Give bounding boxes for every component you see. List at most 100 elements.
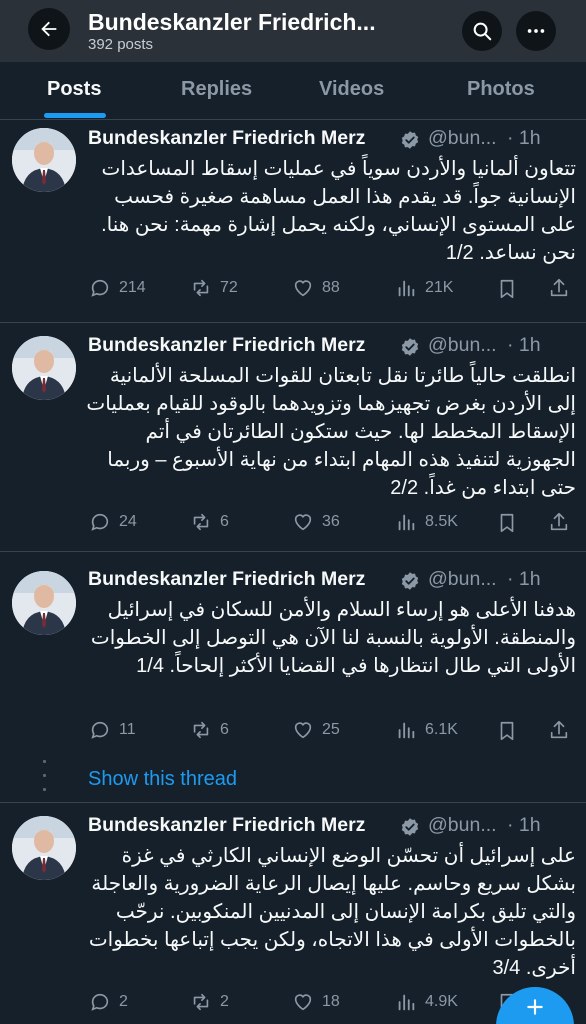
search-icon — [473, 22, 492, 41]
post-time: · 1h — [507, 568, 541, 590]
author-handle: @bun... — [428, 334, 497, 356]
view-count: 4.9K — [425, 993, 458, 1010]
view-count: 21K — [425, 279, 454, 296]
avatar[interactable] — [12, 816, 76, 880]
reply-icon — [91, 721, 109, 739]
tab-replies[interactable]: Replies — [181, 78, 252, 101]
views-button[interactable]: 8.5K — [395, 511, 458, 533]
like-count: 36 — [322, 513, 340, 530]
post-time: · 1h — [507, 127, 541, 149]
like-count: 88 — [322, 279, 340, 296]
share-icon[interactable] — [548, 719, 570, 741]
analytics-icon — [398, 994, 415, 1011]
reply-icon — [91, 513, 109, 531]
post-text: انطلقت حالياً طائرتا نقل تابعتان للقوات … — [86, 365, 576, 499]
repost-count: 72 — [220, 279, 238, 296]
tab-posts[interactable]: Posts — [47, 78, 101, 101]
post-text: تتعاون ألمانيا والأردن سوياً في عمليات إ… — [101, 158, 576, 264]
post-time: · 1h — [507, 334, 541, 356]
verified-badge-icon — [401, 131, 419, 149]
author-handle: @bun... — [428, 568, 497, 590]
bookmark-icon[interactable] — [496, 720, 518, 742]
tab-photos[interactable]: Photos — [467, 78, 535, 101]
author-name[interactable]: Bundeskanzler Friedrich Merz — [88, 568, 365, 591]
repost-count: 6 — [220, 721, 229, 738]
reply-button[interactable]: 2 — [89, 991, 128, 1013]
active-tab-indicator — [44, 113, 106, 118]
author-name[interactable]: Bundeskanzler Friedrich Merz — [88, 127, 365, 150]
views-button[interactable]: 4.9K — [395, 991, 458, 1013]
more-button[interactable] — [516, 11, 556, 51]
repost-button[interactable]: 6 — [190, 719, 229, 741]
like-button[interactable]: 18 — [292, 991, 340, 1013]
like-count: 25 — [322, 721, 340, 738]
share-icon[interactable] — [548, 277, 570, 299]
verified-badge-icon — [401, 338, 419, 356]
analytics-icon — [398, 722, 415, 739]
back-button[interactable] — [28, 8, 70, 50]
tab-videos[interactable]: Videos — [319, 78, 384, 101]
thread-connector — [43, 788, 46, 791]
author-name[interactable]: Bundeskanzler Friedrich Merz — [88, 814, 365, 837]
reply-count: 2 — [119, 993, 128, 1010]
bookmark-icon[interactable] — [496, 278, 518, 300]
like-count: 18 — [322, 993, 340, 1010]
profile-header: Bundeskanzler Friedrich... 392 posts — [0, 0, 586, 62]
reply-button[interactable]: 24 — [89, 511, 137, 533]
heart-icon — [294, 994, 312, 1011]
author-handle: @bun... — [428, 814, 497, 836]
thread-connector — [43, 774, 46, 777]
repost-count: 6 — [220, 513, 229, 530]
reply-icon — [91, 279, 109, 297]
heart-icon — [294, 514, 312, 531]
avatar[interactable] — [12, 336, 76, 400]
repost-icon — [193, 513, 209, 531]
post-text: على إسرائيل أن تحسّن الوضع الإنساني الكا… — [88, 845, 576, 979]
plus-icon — [527, 999, 543, 1015]
view-count: 6.1K — [425, 721, 458, 738]
show-thread-link[interactable]: Show this thread — [88, 768, 237, 791]
reply-count: 11 — [119, 721, 136, 738]
post-item[interactable]: Bundeskanzler Friedrich Merz @bun... · 1… — [0, 552, 586, 802]
profile-tabs: Posts Replies Videos Photos — [0, 62, 586, 120]
thread-connector — [43, 760, 46, 763]
more-icon — [527, 29, 545, 33]
post-item[interactable]: Bundeskanzler Friedrich Merz @bun... · 1… — [0, 323, 586, 551]
post-item[interactable]: Bundeskanzler Friedrich Merz @bun... · 1… — [0, 121, 586, 322]
search-button[interactable] — [462, 11, 502, 51]
views-button[interactable]: 6.1K — [395, 719, 458, 741]
post-text: هدفنا الأعلى هو إرساء السلام والأمن للسك… — [90, 599, 576, 677]
reply-icon — [91, 993, 109, 1011]
analytics-icon — [398, 280, 415, 297]
repost-button[interactable]: 2 — [190, 991, 229, 1013]
author-name[interactable]: Bundeskanzler Friedrich Merz — [88, 334, 365, 357]
profile-name: Bundeskanzler Friedrich... — [88, 9, 376, 35]
post-time: · 1h — [507, 814, 541, 836]
arrow-left-icon — [41, 21, 57, 37]
views-button[interactable]: 21K — [395, 277, 453, 299]
like-button[interactable]: 88 — [292, 277, 340, 299]
heart-icon — [294, 722, 312, 739]
post-item[interactable]: Bundeskanzler Friedrich Merz @bun... · 1… — [0, 803, 586, 1024]
share-icon[interactable] — [548, 511, 570, 533]
reply-count: 24 — [119, 513, 137, 530]
reply-button[interactable]: 11 — [89, 719, 136, 741]
bookmark-icon[interactable] — [496, 512, 518, 534]
analytics-icon — [398, 514, 415, 531]
avatar[interactable] — [12, 571, 76, 635]
reply-count: 214 — [119, 279, 146, 296]
heart-icon — [294, 280, 312, 297]
avatar[interactable] — [12, 128, 76, 192]
repost-icon — [193, 721, 209, 739]
like-button[interactable]: 25 — [292, 719, 340, 741]
view-count: 8.5K — [425, 513, 458, 530]
repost-icon — [193, 279, 209, 297]
post-count: 392 posts — [88, 36, 154, 53]
verified-badge-icon — [401, 572, 419, 590]
repost-count: 2 — [220, 993, 229, 1010]
repost-button[interactable]: 72 — [190, 277, 238, 299]
repost-button[interactable]: 6 — [190, 511, 229, 533]
reply-button[interactable]: 214 — [89, 277, 146, 299]
like-button[interactable]: 36 — [292, 511, 340, 533]
verified-badge-icon — [401, 818, 419, 836]
